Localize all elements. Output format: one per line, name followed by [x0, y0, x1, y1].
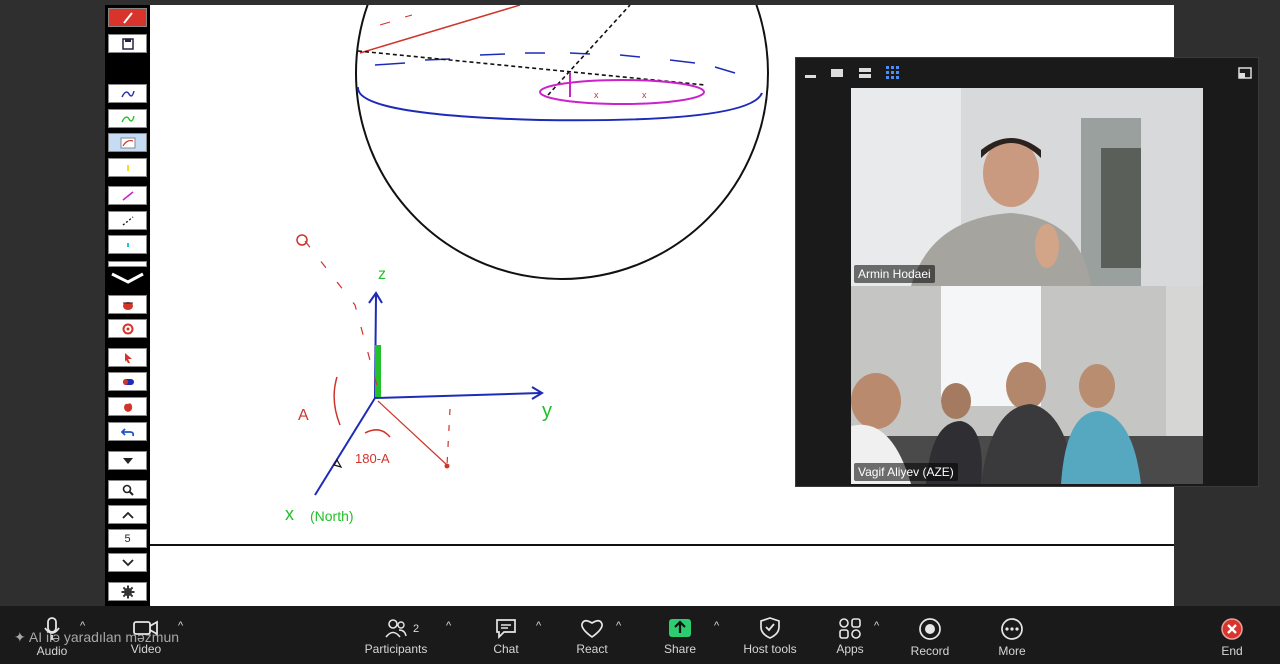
svg-text:x: x [285, 504, 294, 524]
record-button[interactable]: Record [908, 606, 952, 664]
participant-name: Vagif Aliyev (AZE) [854, 463, 958, 481]
gallery-view-icon[interactable] [886, 66, 900, 79]
video-tile-armin[interactable]: Armin Hodaei [851, 88, 1203, 286]
chat-options-chevron-icon[interactable]: ^ [536, 620, 541, 632]
page-number: 5 [108, 529, 147, 548]
speaker-view-icon[interactable] [830, 66, 844, 78]
share-options-chevron-icon[interactable]: ^ [714, 620, 719, 632]
participants-count: 2 [413, 623, 420, 635]
red-dashed-arc [304, 240, 381, 398]
save-icon[interactable] [108, 34, 147, 53]
green-pen-icon[interactable] [108, 109, 147, 128]
chat-icon [496, 619, 516, 639]
apps-icon [839, 618, 861, 639]
cyan-pen-icon[interactable] [108, 235, 147, 254]
undo-icon[interactable] [108, 422, 147, 441]
shape-icon[interactable] [108, 319, 147, 338]
yellow-pen-icon[interactable] [108, 158, 147, 177]
participants-options-chevron-icon[interactable]: ^ [446, 620, 451, 632]
blue-pen-icon[interactable] [108, 84, 147, 103]
svg-text:(North): (North) [310, 508, 354, 524]
participant-name: Armin Hodaei [854, 265, 935, 283]
apps-button[interactable]: Apps [832, 606, 868, 664]
participants-button[interactable]: Participants [362, 606, 430, 664]
pointer-icon[interactable] [108, 348, 147, 367]
participant-video [851, 88, 1203, 286]
dashed-line-icon[interactable] [108, 211, 147, 230]
svg-text:180-A: 180-A [355, 451, 390, 466]
ai-generated-notice: ✦ AI ilə yaradılan məzmun [14, 629, 180, 645]
svg-text:y: y [542, 400, 552, 422]
sparkle-icon: ✦ [14, 629, 26, 645]
page-up-icon[interactable] [108, 505, 147, 524]
equator-front [356, 86, 763, 122]
red-dashes-top [379, 14, 413, 26]
shield-icon [760, 617, 780, 639]
pen-tool-icon[interactable] [108, 8, 147, 27]
end-call-icon [1221, 618, 1243, 640]
clear-icon[interactable] [108, 372, 147, 391]
participants-icon [385, 619, 407, 638]
svg-text:x: x [594, 90, 599, 100]
settings-gear-icon[interactable] [108, 582, 147, 601]
minimize-icon[interactable] [804, 66, 818, 78]
dropdown-icon[interactable] [108, 451, 147, 470]
axis-y-line [374, 392, 541, 399]
axis-x-line [314, 397, 376, 496]
share-screen-icon [669, 619, 691, 637]
react-options-chevron-icon[interactable]: ^ [616, 620, 621, 632]
apps-options-chevron-icon[interactable]: ^ [874, 620, 879, 632]
red-line-top [359, 5, 521, 54]
svg-text:x: x [642, 90, 647, 100]
exit-fullscreen-icon[interactable] [1238, 66, 1252, 79]
hand-icon[interactable] [108, 397, 147, 416]
eraser-icon[interactable] [108, 295, 147, 314]
participant-video [851, 286, 1203, 484]
host-tools-button[interactable]: Host tools [738, 606, 802, 664]
chat-button[interactable]: Chat [488, 606, 524, 664]
more-icon [1001, 618, 1023, 640]
line-width-bar[interactable] [108, 261, 147, 267]
strip-view-icon[interactable] [858, 66, 872, 78]
magenta-pen-icon[interactable] [108, 186, 147, 205]
small-circle [539, 79, 705, 105]
video-tile-vagif[interactable]: Vagif Aliyev (AZE) [851, 286, 1203, 484]
video-gallery-panel: Armin Hodaei Vagif Aliyev (AZE) [795, 57, 1259, 487]
more-button[interactable]: More [992, 606, 1032, 664]
heart-icon [581, 619, 603, 639]
react-button[interactable]: React [572, 606, 612, 664]
end-button[interactable]: End [1214, 606, 1250, 664]
share-button[interactable]: Share [660, 606, 700, 664]
svg-text:z: z [378, 266, 386, 283]
sphere-outline [355, 5, 769, 280]
page-separator [150, 544, 1174, 546]
record-icon [919, 618, 941, 640]
page-down-icon[interactable] [108, 553, 147, 572]
whiteboard-toolbar: 5 [105, 5, 150, 606]
chevron-down-icon[interactable] [108, 271, 147, 285]
highlighter-icon[interactable] [108, 133, 147, 152]
shared-screen: x x z y x (North) A 180-A 5 Armin Hodaei… [0, 0, 1280, 606]
svg-text:A: A [298, 407, 309, 424]
zoom-icon[interactable] [108, 480, 147, 499]
meeting-controls-bar: Audio ^ Video ^ Participants 2 ^ Chat ^ … [0, 606, 1280, 664]
